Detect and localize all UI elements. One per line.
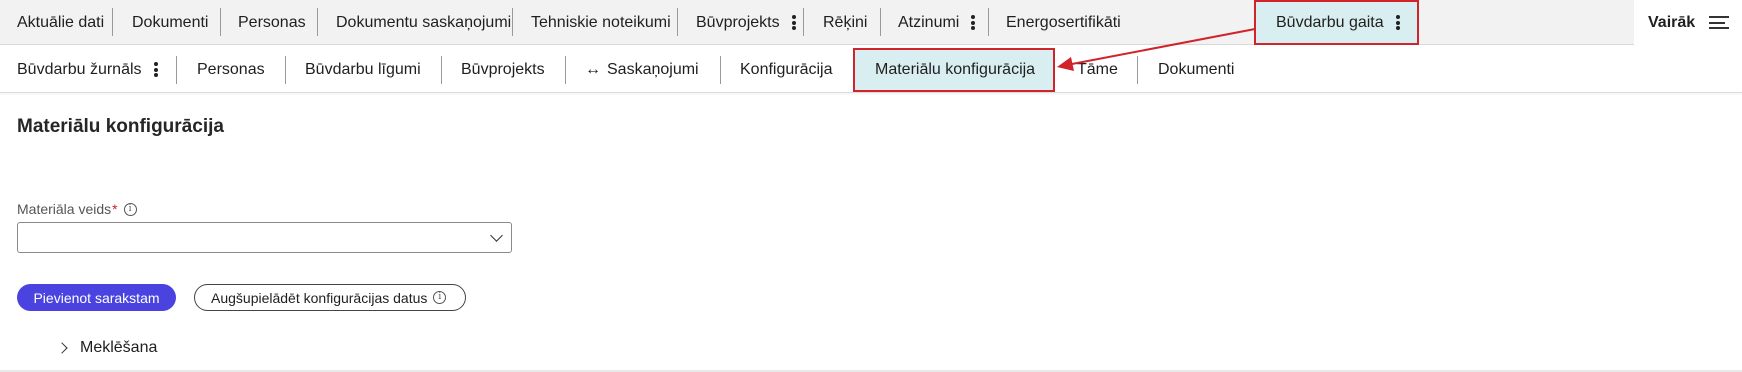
tab-label: Saskaņojumi	[607, 60, 699, 78]
tab-personas[interactable]: Personas	[238, 0, 306, 45]
more-menu-button[interactable]: Vairāk	[1634, 0, 1742, 45]
tab-divider	[220, 8, 221, 36]
tab-divider	[285, 56, 286, 84]
subtab-buvprojekts[interactable]: Būvprojekts	[461, 46, 545, 93]
tab-divider	[317, 8, 318, 36]
page-title: Materiālu konfigurācija	[17, 116, 224, 137]
info-icon[interactable]: i	[433, 291, 447, 304]
tab-label: Būvprojekts	[696, 13, 780, 31]
tab-dokumenti[interactable]: Dokumenti	[132, 0, 208, 45]
swap-arrows-icon: ↔	[585, 60, 601, 78]
subtab-dokumenti[interactable]: Dokumenti	[1158, 46, 1234, 93]
tab-divider	[880, 8, 881, 36]
subtab-materialu-konfiguracija-active[interactable]: Materiālu konfigurācija	[853, 48, 1055, 92]
tab-buvprojekts[interactable]: Būvprojekts	[696, 0, 796, 45]
tab-energosertifikati[interactable]: Energosertifikāti	[1006, 0, 1121, 45]
top-navigation: Aktuālie dati Dokumenti Personas Dokumen…	[0, 0, 1742, 45]
tab-divider	[512, 8, 513, 36]
more-label: Vairāk	[1648, 13, 1696, 31]
subtab-konfiguracija[interactable]: Konfigurācija	[740, 46, 833, 93]
tab-divider	[441, 56, 442, 84]
sub-navigation: Būvdarbu žurnāls Personas Būvdarbu līgum…	[0, 46, 1742, 93]
info-icon[interactable]: i	[123, 202, 137, 216]
tab-aktualie-dati[interactable]: Aktuālie dati	[17, 0, 104, 45]
tab-divider	[988, 8, 989, 36]
tab-divider	[565, 56, 566, 84]
more-options-icon[interactable]	[153, 62, 158, 77]
tab-tehniskie-noteikumi[interactable]: Tehniskie noteikumi	[531, 0, 671, 45]
tab-divider	[803, 8, 804, 36]
tab-buvdarbu-gaita-active[interactable]: Būvdarbu gaita	[1254, 0, 1419, 45]
tab-atzinumi[interactable]: Atzinumi	[898, 0, 976, 45]
more-options-icon[interactable]	[971, 15, 976, 30]
tab-label: Būvdarbu gaita	[1276, 13, 1384, 31]
more-options-icon[interactable]	[791, 15, 796, 30]
chevron-down-icon	[490, 229, 503, 242]
chevron-right-icon	[56, 342, 68, 354]
material-type-label: Materiāla veids * i	[17, 201, 137, 217]
required-marker: *	[112, 201, 118, 217]
subtab-buvdarbu-ligumi[interactable]: Būvdarbu līgumi	[305, 46, 421, 93]
tab-dokumentu-saskanojumi[interactable]: Dokumentu saskaņojumi	[336, 0, 511, 45]
tab-rekini[interactable]: Rēķini	[823, 0, 867, 45]
material-type-select[interactable]	[17, 222, 512, 253]
subtab-buvdarbu-zurnals[interactable]: Būvdarbu žurnāls	[17, 46, 158, 93]
tab-divider	[112, 8, 113, 36]
subtab-tame[interactable]: Tāme	[1077, 46, 1118, 93]
subtab-personas[interactable]: Personas	[197, 46, 265, 93]
field-label-text: Materiāla veids	[17, 201, 112, 217]
subtab-saskanojumi[interactable]: ↔ Saskaņojumi	[585, 46, 699, 93]
add-to-list-button[interactable]: Pievienot sarakstam	[17, 284, 176, 311]
search-section-label: Meklēšana	[80, 339, 158, 356]
more-options-icon[interactable]	[1395, 15, 1400, 30]
tab-divider	[176, 56, 177, 84]
upload-configuration-button[interactable]: Augšupielādēt konfigurācijas datus i	[194, 284, 466, 311]
tab-divider	[677, 8, 678, 36]
tab-label: Būvdarbu žurnāls	[17, 60, 142, 78]
hamburger-menu-icon	[1709, 16, 1730, 29]
button-label: Augšupielādēt konfigurācijas datus	[211, 289, 428, 306]
tab-divider	[720, 56, 721, 84]
tab-label: Atzinumi	[898, 13, 960, 31]
tab-divider	[1137, 56, 1138, 84]
search-section-expander[interactable]: Meklēšana	[56, 337, 158, 359]
